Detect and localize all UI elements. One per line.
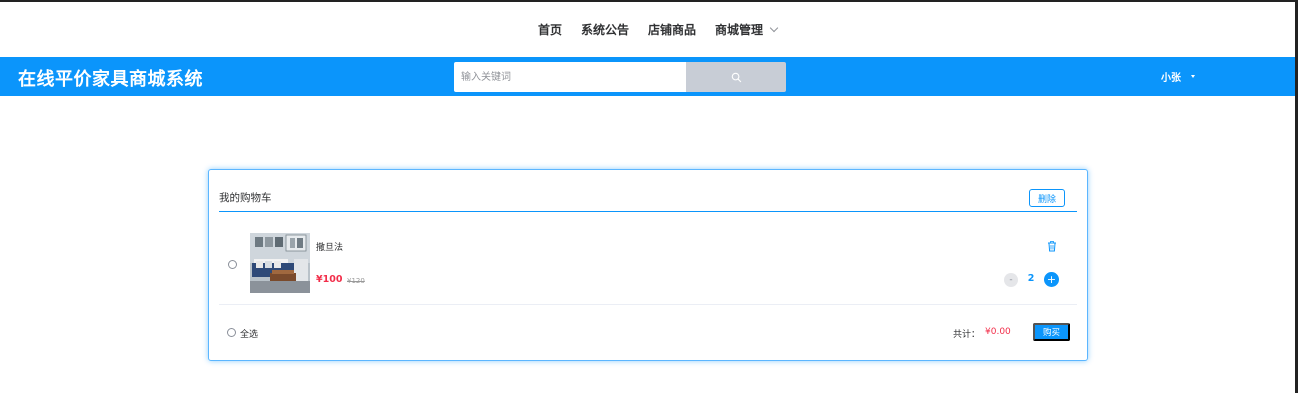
product-image[interactable] xyxy=(250,233,310,293)
search-input[interactable] xyxy=(454,62,686,92)
quantity-value: 2 xyxy=(1027,273,1035,284)
title-divider xyxy=(219,211,1077,212)
total-label: 共计： xyxy=(953,330,981,340)
cart-title: 我的购物车 xyxy=(219,192,272,204)
user-menu[interactable]: 小张 xyxy=(1161,69,1195,84)
caret-down-icon xyxy=(1191,75,1195,78)
nav-item-mall-management[interactable]: 商城管理 xyxy=(715,21,779,38)
nav-item-home[interactable]: 首页 xyxy=(538,21,562,38)
top-nav: 首页 系统公告 店铺商品 商城管理 xyxy=(0,2,1295,57)
site-title: 在线平价家具商城系统 xyxy=(18,69,203,90)
total-value: ¥0.00 xyxy=(985,327,1011,337)
item-select-radio[interactable] xyxy=(228,260,237,269)
product-name[interactable]: 撒旦法 xyxy=(316,240,343,253)
product-price: ¥100 xyxy=(316,274,343,285)
buy-button[interactable]: 购买 xyxy=(1033,323,1070,341)
search-button[interactable] xyxy=(686,62,786,92)
chevron-down-icon xyxy=(769,23,779,32)
row-divider xyxy=(219,304,1077,305)
quantity-increase-button[interactable]: + xyxy=(1044,272,1059,287)
user-name: 小张 xyxy=(1161,73,1181,84)
product-original-price: ¥120 xyxy=(347,277,365,285)
header-bar: 在线平价家具商城系统 小张 xyxy=(0,57,1295,96)
select-all-label[interactable]: 全选 xyxy=(240,327,258,340)
delete-button[interactable]: 删除 xyxy=(1029,189,1065,207)
trash-icon[interactable] xyxy=(1047,237,1057,256)
nav-item-products[interactable]: 店铺商品 xyxy=(648,21,696,38)
search-bar xyxy=(454,62,786,92)
sofa-image xyxy=(250,233,310,293)
nav-item-announcements[interactable]: 系统公告 xyxy=(581,21,629,38)
nav-item-mall-management-label: 商城管理 xyxy=(715,23,764,37)
select-all-radio[interactable] xyxy=(227,328,236,337)
quantity-decrease-button[interactable]: - xyxy=(1004,273,1018,287)
cart-panel: 我的购物车 删除 撒旦法 ¥100 ¥120 - 2 + 全选 共计： ¥0.0… xyxy=(208,169,1088,361)
search-icon xyxy=(731,72,741,82)
